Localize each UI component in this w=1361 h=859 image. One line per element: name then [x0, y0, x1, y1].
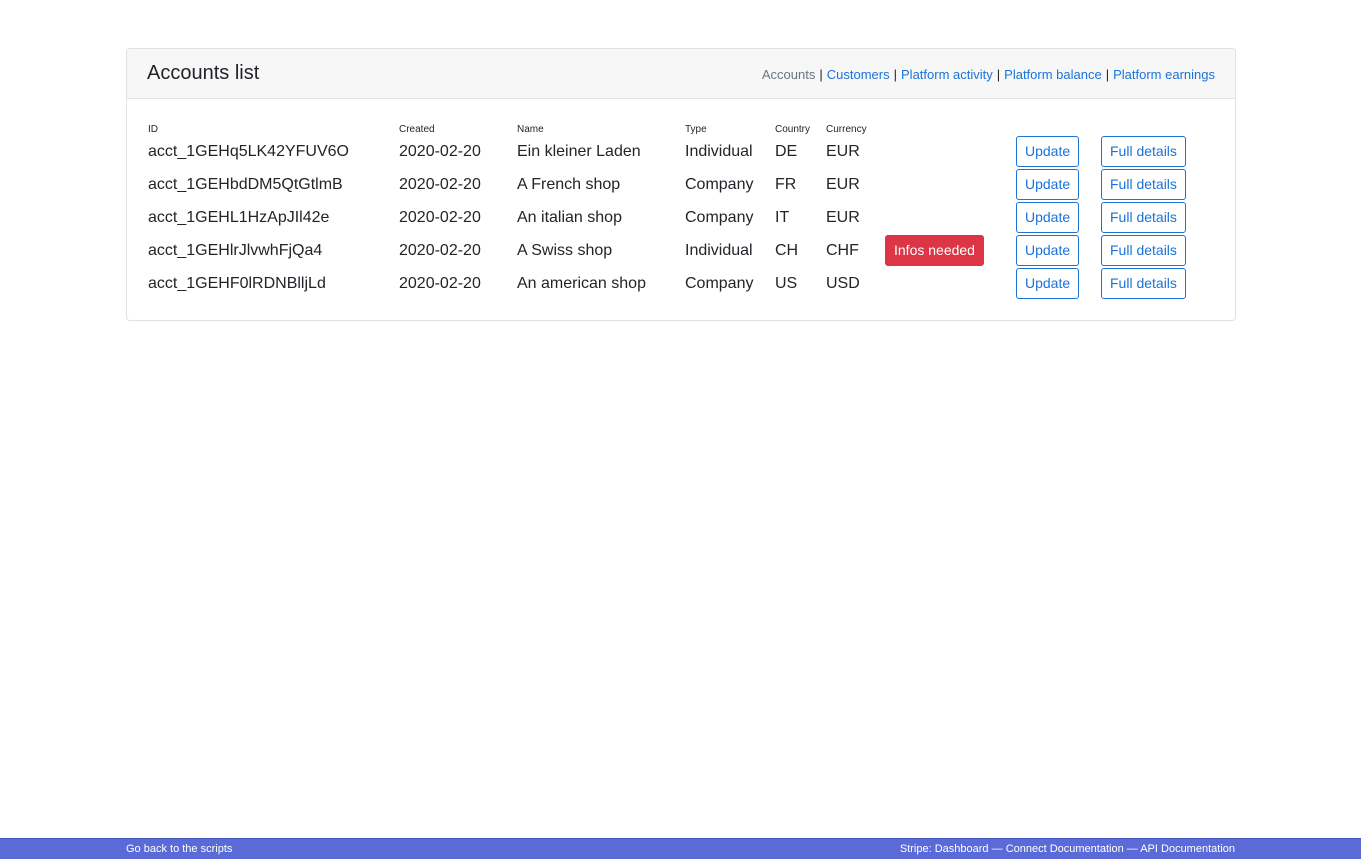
header-currency: Currency: [826, 124, 867, 135]
account-currency: EUR: [826, 142, 860, 160]
account-name: Ein kleiner Laden: [517, 142, 641, 160]
account-currency: CHF: [826, 241, 859, 259]
update-button[interactable]: Update: [1016, 202, 1080, 233]
account-country: DE: [775, 142, 798, 160]
account-id: acct_1GEHq5LK42YFUV6O: [148, 142, 349, 160]
table-row: acct_1GEHbdDM5QtGtlmB 2020-02-20 A Frenc…: [147, 168, 1200, 201]
account-country: FR: [775, 175, 797, 193]
account-created: 2020-02-20: [399, 142, 481, 160]
update-button[interactable]: Update: [1016, 235, 1080, 266]
account-status: Infos needed: [884, 234, 1015, 267]
accounts-card: Accounts list Accounts | Customers | Platfor…: [126, 48, 1236, 321]
account-type: Company: [685, 274, 754, 292]
full-details-button[interactable]: Full details: [1101, 202, 1186, 233]
footer-separator: —: [991, 843, 1003, 855]
account-id: acct_1GEHL1HzApJIl42e: [148, 208, 330, 226]
account-id: acct_1GEHlrJlvwhFjQa4: [148, 241, 323, 259]
nav-link-platform-activity[interactable]: Platform activity: [901, 67, 993, 82]
header-created: Created: [399, 124, 435, 135]
nav-separator: |: [819, 67, 823, 82]
account-created: 2020-02-20: [399, 241, 481, 259]
full-details-button[interactable]: Full details: [1101, 136, 1186, 167]
account-created: 2020-02-20: [399, 175, 481, 193]
update-cell: Update: [1015, 267, 1100, 300]
account-currency: EUR: [826, 208, 860, 226]
update-button[interactable]: Update: [1016, 268, 1080, 299]
update-button[interactable]: Update: [1016, 136, 1080, 167]
table-header-row: ID Created Name Type Country Currency: [147, 119, 1200, 135]
header-status: [884, 119, 1015, 135]
full-details-button[interactable]: Full details: [1101, 169, 1186, 200]
connect-documentation-link[interactable]: Connect Documentation: [1006, 843, 1124, 855]
header-update: [1015, 119, 1100, 135]
footer-prefix: Stripe:: [899, 843, 932, 855]
details-cell: Full details: [1100, 234, 1200, 267]
account-name: An american shop: [517, 274, 646, 292]
account-status: [884, 135, 1015, 168]
update-cell: Update: [1015, 201, 1100, 234]
nav-link-platform-earnings[interactable]: Platform earnings: [1113, 67, 1215, 82]
nav-separator: |: [893, 67, 898, 82]
account-country: IT: [775, 208, 790, 226]
account-currency: EUR: [826, 175, 860, 193]
nav-link-customers[interactable]: Customers: [827, 67, 890, 82]
table-row: acct_1GEHlrJlvwhFjQa4 2020-02-20 A Swiss…: [147, 234, 1200, 267]
account-name: An italian shop: [517, 208, 622, 226]
account-status: [884, 267, 1015, 300]
update-cell: Update: [1015, 135, 1100, 168]
details-cell: Full details: [1100, 267, 1200, 300]
api-documentation-link[interactable]: API Documentation: [1140, 843, 1235, 855]
account-type: Company: [685, 175, 754, 193]
top-nav: Accounts | Customers | Platform activity | Pla…: [762, 67, 1215, 82]
account-type: Company: [685, 208, 754, 226]
account-id: acct_1GEHbdDM5QtGtlmB: [148, 175, 343, 193]
table-row: acct_1GEHq5LK42YFUV6O 2020-02-20 Ein kle…: [147, 135, 1200, 168]
dashboard-link[interactable]: Dashboard: [935, 843, 989, 855]
account-type: Individual: [685, 241, 753, 259]
table-row: acct_1GEHL1HzApJIl42e 2020-02-20 An ital…: [147, 201, 1200, 234]
update-cell: Update: [1015, 168, 1100, 201]
full-details-button[interactable]: Full details: [1101, 268, 1186, 299]
footer-separator: —: [1126, 843, 1138, 855]
nav-item-accounts: Accounts: [761, 67, 816, 82]
page-title: Accounts list: [147, 62, 260, 84]
infos-needed-badge: Infos needed: [885, 235, 984, 266]
header-type: Type: [685, 124, 707, 135]
account-created: 2020-02-20: [399, 274, 481, 292]
account-country: US: [775, 274, 798, 292]
account-created: 2020-02-20: [399, 208, 481, 226]
header-name: Name: [517, 124, 544, 135]
table-row: acct_1GEHF0lRDNBlljLd 2020-02-20 An amer…: [147, 267, 1200, 300]
account-status: [884, 201, 1015, 234]
full-details-button[interactable]: Full details: [1101, 235, 1186, 266]
accounts-table: ID Created Name Type Country Currency ac…: [147, 119, 1200, 300]
header-details: [1100, 119, 1200, 135]
nav-separator: |: [996, 67, 1001, 82]
header-country: Country: [775, 124, 811, 135]
nav-separator: |: [1105, 67, 1110, 82]
back-to-scripts-link[interactable]: Go back to the scripts: [126, 843, 232, 855]
account-country: CH: [775, 241, 799, 259]
account-name: A French shop: [517, 175, 621, 193]
details-cell: Full details: [1100, 168, 1200, 201]
account-name: A Swiss shop: [517, 241, 613, 259]
nav-link-platform-balance[interactable]: Platform balance: [1004, 67, 1102, 82]
account-type: Individual: [685, 142, 753, 160]
footer-bar: Go back to the scripts Stripe: Dashboard…: [0, 838, 1361, 859]
details-cell: Full details: [1100, 135, 1200, 168]
header-id: ID: [148, 124, 158, 135]
update-cell: Update: [1015, 234, 1100, 267]
details-cell: Full details: [1100, 201, 1200, 234]
account-status: [884, 168, 1015, 201]
update-button[interactable]: Update: [1016, 169, 1080, 200]
account-id: acct_1GEHF0lRDNBlljLd: [148, 274, 326, 292]
account-currency: USD: [826, 274, 860, 292]
footer-links: Stripe: Dashboard — Connect Documentatio…: [900, 843, 1235, 855]
card-header: Accounts list Accounts | Customers | Platfor…: [127, 49, 1235, 99]
